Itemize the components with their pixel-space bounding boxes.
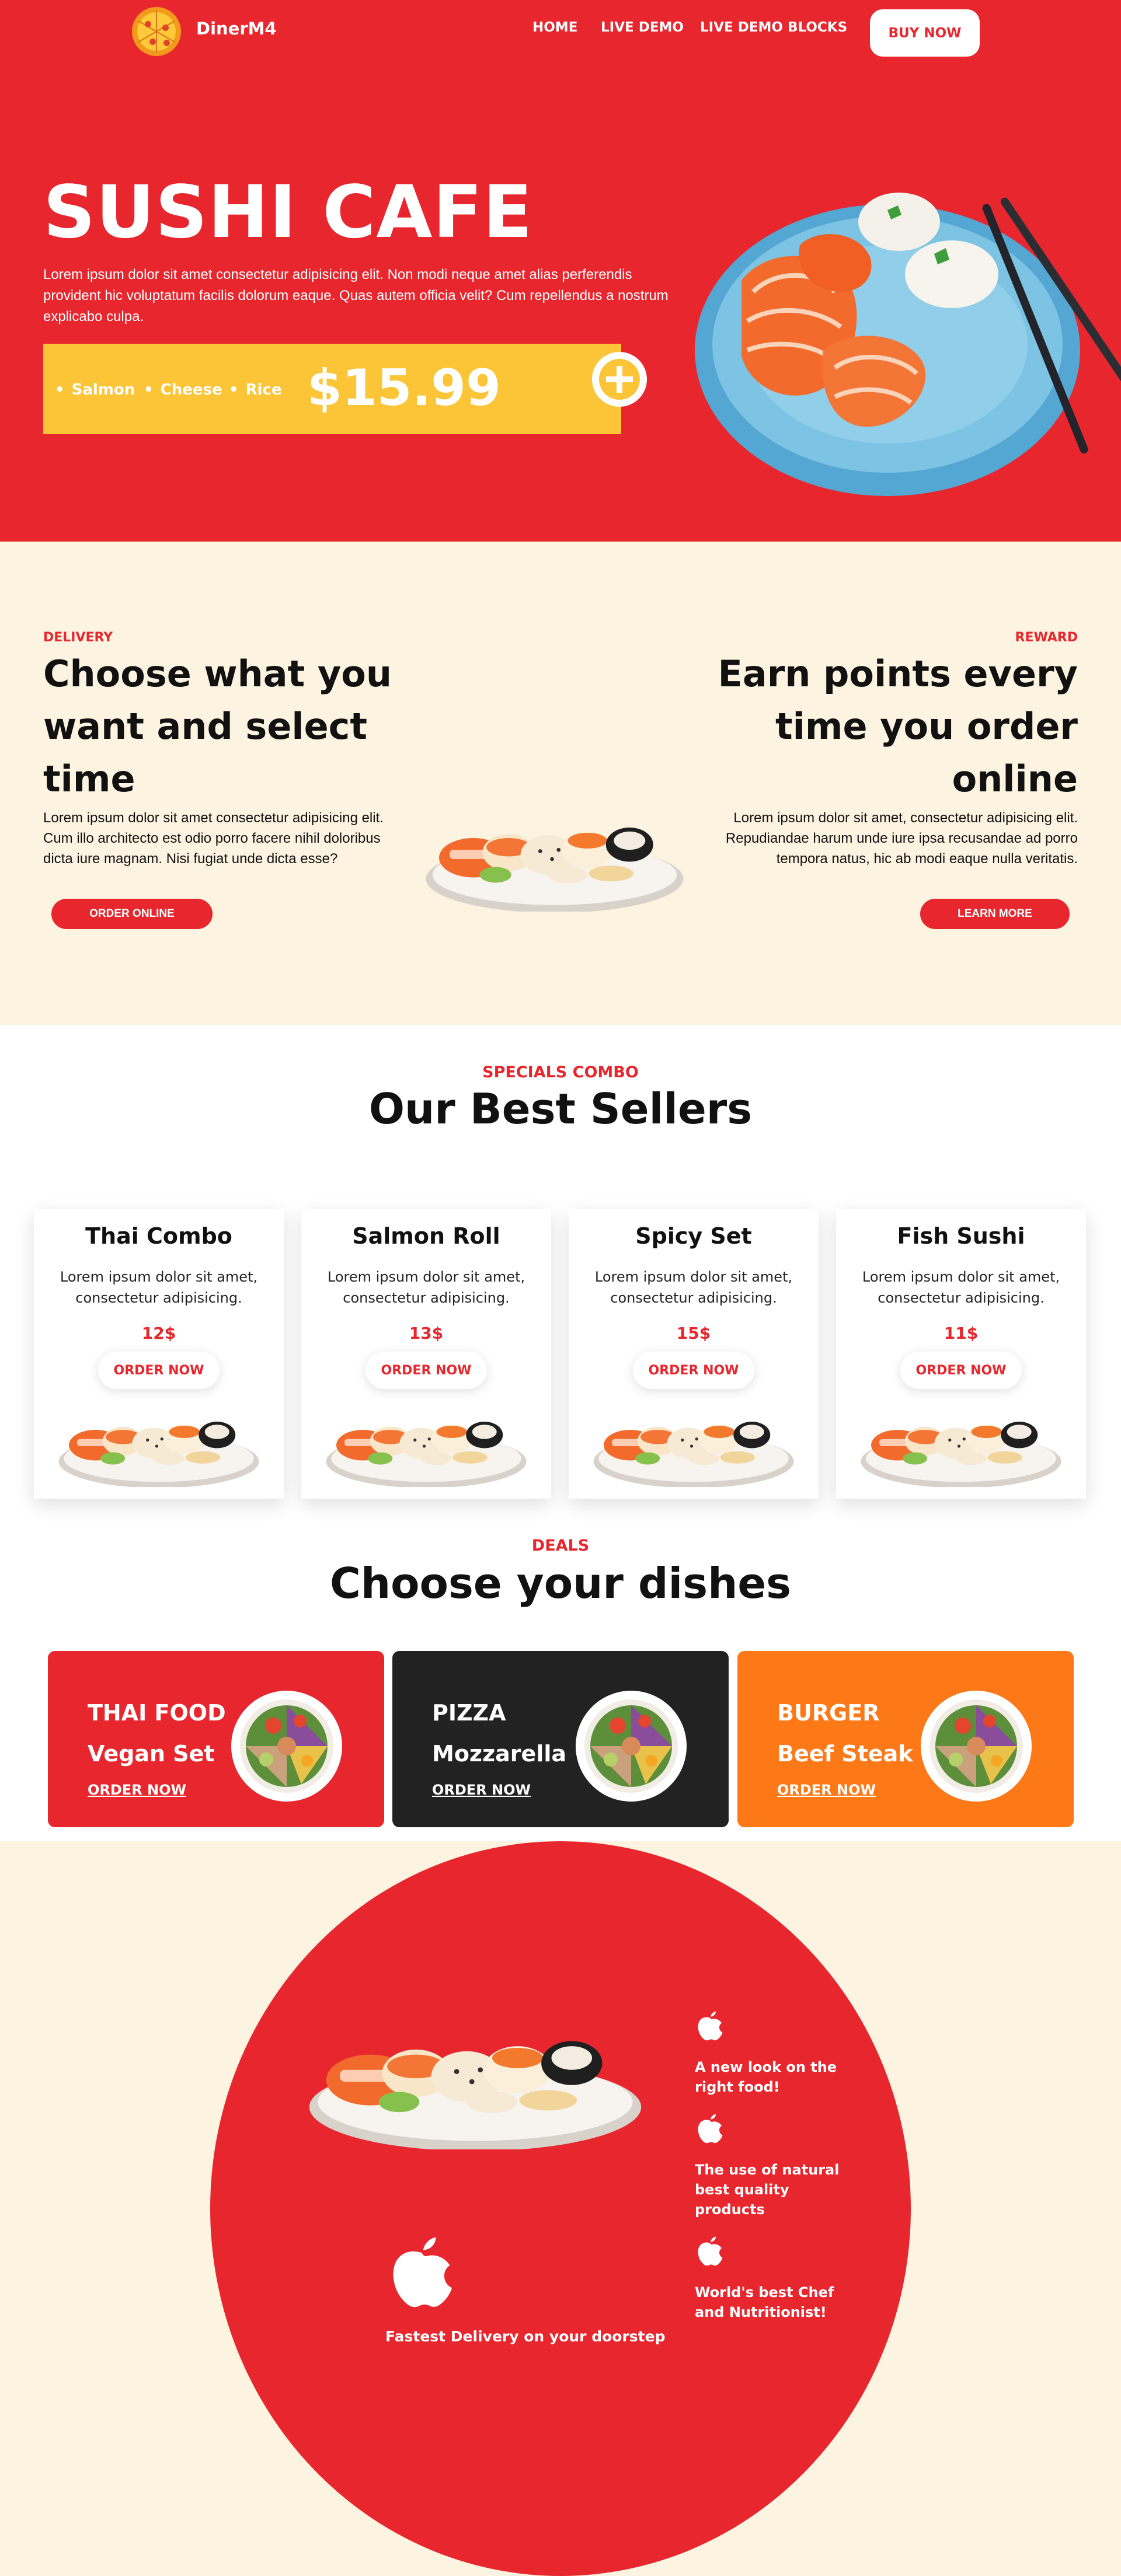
deals-section: DEALS Choose your dishes THAI FOOD Vegan… <box>0 1535 1121 1841</box>
apple-icon <box>393 2237 452 2308</box>
deal-card-pizza[interactable]: PIZZA Mozzarella ORDER NOW <box>392 1651 729 1827</box>
pepperoni <box>162 25 169 31</box>
reward-title: Earn points every time you order online <box>718 652 1078 800</box>
product-image <box>58 1422 259 1487</box>
pepperoni <box>149 39 156 45</box>
sushi-plate-image <box>309 2041 642 2149</box>
best-sellers-title: Our Best Sellers <box>368 1084 753 1133</box>
ingredient-rice: Rice <box>229 381 282 399</box>
hero-description: Lorem ipsum dolor sit amet consectetur a… <box>43 267 669 324</box>
order-now-button[interactable]: ORDER NOW <box>900 1352 1022 1389</box>
pepperoni <box>145 21 151 27</box>
deal-order-link[interactable]: ORDER NOW <box>777 1782 876 1798</box>
ingredient-cheese: Cheese <box>144 381 222 399</box>
product-name: Salmon Roll <box>352 1223 500 1249</box>
product-description: Lorem ipsum dolor sit amet, consectetur … <box>594 1269 793 1306</box>
features-section: A new look on the right food! The use of… <box>0 1841 1121 2576</box>
deals-title: Choose your dishes <box>329 1559 792 1608</box>
nav-live-demo-link[interactable]: LIVE DEMO <box>601 20 684 35</box>
salad-bowl-image <box>921 1691 1032 1802</box>
apple-icon <box>698 2114 723 2144</box>
deal-subtitle: Mozzarella <box>432 1741 567 1767</box>
order-online-button[interactable]: ORDER ONLINE <box>51 899 213 929</box>
product-price: 15$ <box>676 1324 711 1343</box>
product-image <box>861 1422 1061 1487</box>
product-card: Salmon Roll Lorem ipsum dolor sit amet, … <box>301 1209 551 1499</box>
order-now-button[interactable]: ORDER NOW <box>365 1352 487 1389</box>
specials-kicker: SPECIALS COMBO <box>482 1063 639 1081</box>
fastest-delivery-text: Fastest Delivery on your doorstep <box>385 2328 666 2345</box>
deal-order-link[interactable]: ORDER NOW <box>432 1782 531 1798</box>
deal-subtitle: Vegan Set <box>88 1741 215 1767</box>
deal-name: BURGER <box>777 1700 880 1726</box>
price-bar: Salmon Cheese Rice $15.99 <box>43 344 621 434</box>
delivery-kicker: DELIVERY <box>43 630 113 645</box>
best-sellers-section: SPECIALS COMBO Our Best Sellers Thai Com… <box>0 1025 1121 1535</box>
salmon-plate-image <box>695 193 1121 496</box>
feature-text: The use of natural best quality products <box>695 2162 840 2218</box>
deal-card-thai[interactable]: THAI FOOD Vegan Set ORDER NOW <box>48 1651 384 1827</box>
pepperoni <box>163 40 170 46</box>
order-now-button[interactable]: ORDER NOW <box>633 1352 754 1389</box>
feature-text: A new look on the right food! <box>695 2059 837 2095</box>
nav-live-demo-blocks-link[interactable]: LIVE DEMO BLOCKS <box>700 20 847 35</box>
apple-icon <box>698 2236 723 2266</box>
order-now-button[interactable]: ORDER NOW <box>98 1352 220 1389</box>
product-image <box>326 1422 527 1487</box>
ingredient-salmon: Salmon <box>55 381 135 399</box>
deals-kicker: DEALS <box>531 1537 590 1555</box>
add-to-cart-button[interactable] <box>592 352 647 407</box>
deal-card-burger[interactable]: BURGER Beef Steak ORDER NOW <box>737 1651 1074 1827</box>
product-price: 12$ <box>141 1324 176 1343</box>
product-description: Lorem ipsum dolor sit amet, consectetur … <box>60 1269 258 1306</box>
hero-title: SUSHI CAFE <box>43 170 533 254</box>
product-description: Lorem ipsum dolor sit amet, consectetur … <box>327 1269 525 1306</box>
product-description: Lorem ipsum dolor sit amet, consectetur … <box>862 1269 1060 1306</box>
product-card: Thai Combo Lorem ipsum dolor sit amet, c… <box>34 1209 284 1499</box>
buy-now-button[interactable]: BUY NOW <box>870 9 980 57</box>
plus-icon <box>599 359 640 400</box>
hero-section: DinerM4 HOME LIVE DEMO LIVE DEMO BLOCKS … <box>0 0 1121 542</box>
learn-more-button[interactable]: LEARN MORE <box>920 899 1070 929</box>
nav-home-link[interactable]: HOME <box>532 20 577 35</box>
product-name: Fish Sushi <box>897 1223 1025 1249</box>
delivery-reward-section: DELIVERY Choose what you want and select… <box>0 542 1121 1025</box>
salad-bowl-image <box>231 1691 342 1802</box>
feature-text: World's best Chef and Nutritionist! <box>695 2284 834 2320</box>
apple-icon <box>698 2011 723 2041</box>
top-nav: DinerM4 HOME LIVE DEMO LIVE DEMO BLOCKS … <box>0 0 1121 58</box>
product-card: Spicy Set Lorem ipsum dolor sit amet, co… <box>569 1209 819 1499</box>
deal-name: PIZZA <box>432 1700 506 1726</box>
reward-description: Lorem ipsum dolor sit amet, consectetur … <box>725 810 1078 867</box>
deal-subtitle: Beef Steak <box>777 1741 913 1767</box>
product-name: Spicy Set <box>635 1223 752 1249</box>
hero-price: $15.99 <box>307 359 501 417</box>
product-price: 11$ <box>944 1324 979 1343</box>
deal-order-link[interactable]: ORDER NOW <box>88 1782 186 1798</box>
sushi-plate-image <box>426 828 684 912</box>
delivery-description: Lorem ipsum dolor sit amet consectetur a… <box>43 810 384 867</box>
salad-bowl-image <box>576 1691 687 1802</box>
pizza-logo-icon[interactable] <box>132 7 181 56</box>
brand-name[interactable]: DinerM4 <box>196 19 277 39</box>
delivery-title: Choose what you want and select time <box>43 652 392 800</box>
product-image <box>593 1422 794 1487</box>
deal-name: THAI FOOD <box>88 1700 226 1726</box>
reward-kicker: REWARD <box>1015 630 1078 645</box>
product-card: Fish Sushi Lorem ipsum dolor sit amet, c… <box>836 1209 1086 1499</box>
product-name: Thai Combo <box>85 1223 232 1249</box>
product-price: 13$ <box>409 1324 444 1343</box>
